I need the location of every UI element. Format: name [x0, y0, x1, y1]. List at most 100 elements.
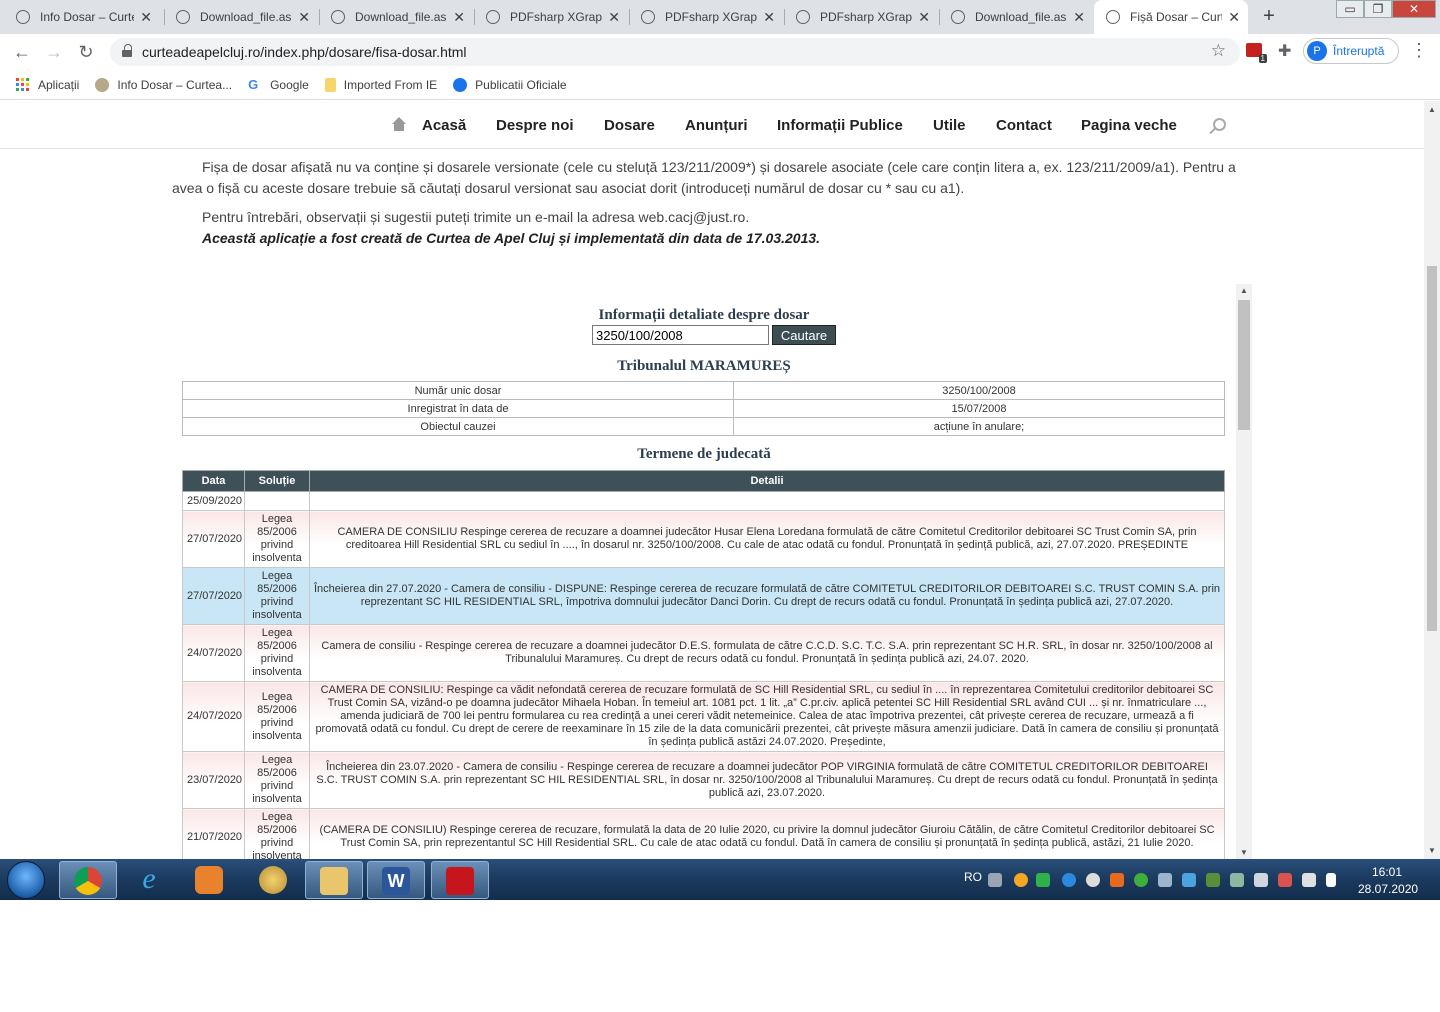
forward-arrow-icon[interactable]: → [42, 40, 66, 64]
address-bar[interactable]: curteadeapelcluj.ro/index.php/dosare/fis… [110, 38, 1240, 66]
window-close-button[interactable]: ✕ [1392, 0, 1436, 18]
new-tab-button[interactable]: + [1256, 5, 1282, 29]
system-tray: RO 16:01 28.07.2020 [960, 859, 1440, 900]
maximize-button[interactable]: ❐ [1364, 0, 1392, 18]
profile-status: Întreruptă [1333, 44, 1385, 58]
browser-tab[interactable]: Download_file.aspx✕ [939, 0, 1093, 34]
flag-icon[interactable] [1326, 873, 1336, 887]
tray-app-icon[interactable] [1086, 873, 1100, 887]
close-icon[interactable]: ✕ [1073, 9, 1085, 26]
taskbar-ie[interactable]: e [121, 861, 179, 899]
taskbar-chrome[interactable] [59, 861, 117, 899]
scroll-up-icon[interactable]: ▲ [1240, 286, 1248, 295]
nav-contact[interactable]: Contact [996, 117, 1052, 134]
nav-anunturi[interactable]: Anunțuri [685, 117, 747, 134]
table-row: Număr unic dosar 3250/100/2008 [182, 381, 1225, 400]
keyboard-icon[interactable] [988, 873, 1002, 887]
hearings-title: Termene de judecată [637, 446, 771, 462]
case-heading: Informații detaliate despre dosar [598, 307, 810, 323]
close-icon[interactable]: ✕ [453, 9, 465, 26]
scroll-up-icon[interactable]: ▲ [1428, 105, 1436, 114]
tray-app-icon[interactable] [1134, 873, 1148, 887]
bookmark-publicatii[interactable]: Publicatii Oficiale [453, 77, 567, 92]
start-button[interactable] [7, 861, 45, 899]
reload-icon[interactable]: ↻ [74, 40, 98, 64]
tray-app-icon[interactable] [1014, 873, 1028, 887]
internet-explorer-icon: e [142, 862, 156, 895]
page-scrollbar[interactable]: ▲ ▼ [1424, 101, 1440, 859]
taskbar-paint[interactable] [245, 861, 303, 899]
bookmark-star-icon[interactable]: ☆ [1211, 41, 1226, 61]
nav-informatii-publice[interactable]: Informații Publice [777, 117, 903, 134]
nvidia-icon[interactable] [1206, 873, 1220, 887]
browser-tab[interactable]: PDFsharp XGraphics✕ [629, 0, 783, 34]
hearing-date: 25/09/2020 [182, 491, 245, 511]
tray-app-icon[interactable] [1230, 873, 1244, 887]
info-value: 3250/100/2008 [733, 381, 1225, 400]
extension-icon[interactable]: 1 [1246, 43, 1267, 63]
close-icon[interactable]: ✕ [140, 9, 152, 26]
browser-tab[interactable]: PDFsharp XGraphics✕ [784, 0, 938, 34]
hearing-details: Încheierea din 27.07.2020 - Camera de co… [309, 567, 1225, 625]
browser-tab[interactable]: Download_file.aspx✕ [319, 0, 473, 34]
nav-pagina-veche[interactable]: Pagina veche [1081, 117, 1177, 134]
clock-time[interactable]: 16:01 [1372, 865, 1402, 879]
puzzle-icon[interactable]: ✚ [1278, 41, 1291, 61]
browser-tab[interactable]: Info Dosar – Curtea ✕ [4, 0, 160, 34]
profile-button[interactable]: P Întreruptă [1303, 38, 1399, 64]
contact-paragraph: Pentru întrebări, observații și sugestii… [202, 209, 750, 225]
case-number-input[interactable] [592, 325, 769, 345]
clock-date[interactable]: 28.07.2020 [1358, 882, 1418, 896]
tray-app-icon[interactable] [1110, 873, 1124, 887]
tray-app-icon[interactable] [1062, 873, 1076, 887]
search-icon[interactable] [1213, 118, 1226, 131]
hearing-date: 23/07/2020 [182, 751, 245, 809]
browser-tab[interactable]: PDFsharp XGraphics✕ [474, 0, 628, 34]
close-icon[interactable]: ✕ [763, 9, 775, 26]
action-center-icon[interactable] [1278, 873, 1292, 887]
close-icon[interactable]: ✕ [608, 9, 620, 26]
scroll-thumb[interactable] [1238, 300, 1250, 430]
close-icon[interactable]: ✕ [1228, 9, 1240, 26]
browser-tab[interactable]: Download_file.aspx✕ [164, 0, 318, 34]
taskbar-media[interactable] [181, 861, 239, 899]
scroll-thumb[interactable] [1427, 266, 1437, 631]
tray-app-icon[interactable] [1158, 873, 1172, 887]
bookmark-apps[interactable]: Aplicații [16, 77, 79, 92]
nav-utile[interactable]: Utile [933, 117, 966, 134]
windows-taskbar: e W RO 16:01 28.07.2020 [0, 859, 1440, 900]
nav-despre-noi[interactable]: Despre noi [496, 117, 574, 134]
table-row: 27/07/2020 Legea 85/2006 privind insolven… [182, 510, 1225, 568]
nav-acasa[interactable]: Acasă [422, 117, 466, 134]
minimize-button[interactable]: ▭ [1336, 0, 1364, 18]
scroll-down-icon[interactable]: ▼ [1240, 848, 1248, 857]
bookmark-google[interactable]: G Google [248, 77, 309, 92]
language-indicator[interactable]: RO [964, 870, 982, 884]
tray-app-icon[interactable] [1182, 873, 1196, 887]
network-icon[interactable] [1254, 873, 1268, 887]
hearing-solution: Legea 85/2006 privind insolventa [244, 567, 310, 625]
browser-tab-active[interactable]: Fișă Dosar – Curtea✕ [1094, 0, 1248, 34]
speaker-icon[interactable] [1302, 873, 1316, 887]
bookmark-info-dosar[interactable]: Info Dosar – Curtea... [95, 77, 232, 92]
table-row: 24/07/2020 Legea 85/2006 privind insolven… [182, 624, 1225, 682]
taskbar-word[interactable]: W [367, 861, 425, 899]
bookmark-imported-ie[interactable]: Imported From IE [324, 77, 437, 92]
info-label: Inregistrat în data de [182, 399, 734, 418]
court-name: Tribunalul MARAMUREȘ [617, 358, 791, 374]
hearing-date: 24/07/2020 [182, 681, 245, 752]
tray-app-icon[interactable] [1036, 873, 1050, 887]
apps-grid-icon [16, 77, 29, 91]
search-button[interactable]: Cautare [772, 325, 836, 345]
scroll-down-icon[interactable]: ▼ [1428, 846, 1436, 855]
back-arrow-icon[interactable]: ← [10, 40, 34, 64]
close-icon[interactable]: ✕ [918, 9, 930, 26]
frame-scrollbar[interactable]: ▲ ▼ [1236, 284, 1252, 859]
taskbar-explorer[interactable] [305, 861, 363, 899]
taskbar-acrobat[interactable] [431, 861, 489, 899]
kebab-menu-icon[interactable]: ⋮ [1410, 40, 1428, 61]
home-icon[interactable] [392, 117, 406, 131]
close-icon[interactable]: ✕ [298, 9, 310, 26]
url-text[interactable]: curteadeapelcluj.ro/index.php/dosare/fis… [142, 44, 467, 60]
nav-dosare[interactable]: Dosare [604, 117, 655, 134]
